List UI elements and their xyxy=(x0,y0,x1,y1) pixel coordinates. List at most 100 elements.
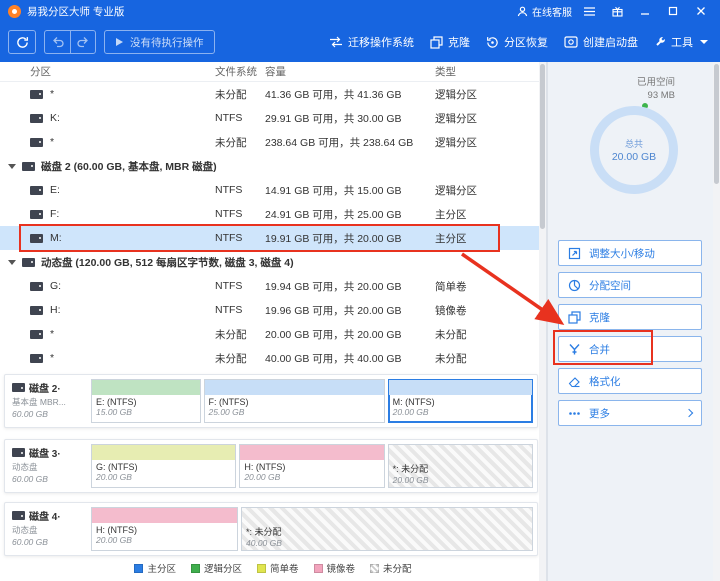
partition-row-unallocated-3[interactable]: * 未分配 20.00 GB 可用，共 20.00 GB 未分配 xyxy=(0,322,546,346)
primary-partition-strip xyxy=(389,380,532,395)
promo-button[interactable] xyxy=(606,2,628,20)
mirrored-swatch xyxy=(314,564,323,573)
partition-fs: 未分配 xyxy=(215,87,265,102)
format-button[interactable]: 格式化 xyxy=(558,368,702,394)
disk-icon xyxy=(22,162,35,171)
map-partition-label: *: 未分配 xyxy=(389,460,532,475)
allocate-space-label: 分配空间 xyxy=(589,278,631,293)
scrollbar-thumb[interactable] xyxy=(540,64,545,229)
map-partition-label: *: 未分配 xyxy=(242,523,532,538)
hamburger-icon xyxy=(584,7,595,16)
disk-map-partition-H-disk3[interactable]: H: (NTFS) 20.00 GB xyxy=(239,444,384,488)
column-header-capacity[interactable]: 容量 xyxy=(265,64,435,79)
online-support-button[interactable]: 在线客服 xyxy=(517,4,572,19)
app-logo-icon xyxy=(8,5,21,18)
partition-recovery-button[interactable]: 分区恢复 xyxy=(486,34,548,50)
column-header-partition[interactable]: 分区 xyxy=(0,64,215,79)
partition-fs: NTFS xyxy=(215,304,265,316)
partition-row-F[interactable]: F: NTFS 24.91 GB 可用，共 25.00 GB 主分区 xyxy=(0,202,546,226)
unallocated-strip xyxy=(242,508,532,523)
maximize-button[interactable] xyxy=(662,2,684,20)
disk-size: 60.00 GB xyxy=(12,537,85,547)
merge-button[interactable]: 合并 xyxy=(558,336,702,362)
resize-move-button[interactable]: 调整大小/移动 xyxy=(558,240,702,266)
legend-unallocated: 未分配 xyxy=(370,561,412,575)
chevron-right-icon xyxy=(685,409,693,417)
disk-map-partition-H-disk4[interactable]: H: (NTFS) 20.00 GB xyxy=(91,507,238,551)
redo-icon xyxy=(77,36,89,48)
migrate-os-label: 迁移操作系统 xyxy=(348,34,414,50)
sidebar: 已用空间 93 MB 总共 20.00 GB 调整大小/移动 分配空间 克隆 合… xyxy=(548,62,713,581)
partition-row-unallocated-4[interactable]: * 未分配 40.00 GB 可用，共 40.00 GB 未分配 xyxy=(0,346,546,370)
minimize-icon xyxy=(640,6,650,16)
disk-name: 磁盘 2· xyxy=(29,380,61,395)
partition-icon xyxy=(30,186,43,195)
legend-label: 未分配 xyxy=(383,561,412,575)
clone-button[interactable]: 克隆 xyxy=(430,34,470,50)
play-icon xyxy=(115,37,124,47)
redo-button[interactable] xyxy=(70,30,96,54)
disk-map-unallocated-disk3[interactable]: *: 未分配 20.00 GB xyxy=(388,444,533,488)
partition-row-M-selected[interactable]: M: NTFS 19.91 GB 可用，共 20.00 GB 主分区 xyxy=(0,226,546,250)
column-header-filesystem[interactable]: 文件系统 xyxy=(215,64,265,79)
close-button[interactable] xyxy=(690,2,712,20)
partition-icon xyxy=(30,90,43,99)
partition-capacity: 41.36 GB 可用，共 41.36 GB xyxy=(265,87,435,102)
legend-label: 简单卷 xyxy=(270,561,299,575)
undo-redo-group xyxy=(44,30,96,54)
disk-map-partition-M-selected[interactable]: M: (NTFS) 20.00 GB xyxy=(388,379,533,423)
format-label: 格式化 xyxy=(589,374,621,389)
create-bootable-button[interactable]: 创建启动盘 xyxy=(564,34,638,50)
simple-swatch xyxy=(257,564,266,573)
allocate-space-button[interactable]: 分配空间 xyxy=(558,272,702,298)
partition-row-unallocated-2[interactable]: * 未分配 238.64 GB 可用，共 238.64 GB 逻辑分区 xyxy=(0,130,546,154)
tools-button[interactable]: 工具 xyxy=(654,34,708,50)
clone-partition-button[interactable]: 克隆 xyxy=(558,304,702,330)
map-partition-size: 20.00 GB xyxy=(92,472,235,482)
partition-fs: NTFS xyxy=(215,232,265,244)
partition-icon xyxy=(30,282,43,291)
disk-name: 磁盘 3· xyxy=(29,445,61,460)
main-scrollbar[interactable] xyxy=(539,62,546,581)
disk-map-unallocated-disk4[interactable]: *: 未分配 40.00 GB xyxy=(241,507,533,551)
undo-button[interactable] xyxy=(44,30,70,54)
legend-label: 镜像卷 xyxy=(327,561,356,575)
partition-name: * xyxy=(50,328,54,340)
partition-name: E: xyxy=(50,184,60,196)
pending-operations-button[interactable]: 没有待执行操作 xyxy=(104,30,215,54)
minimize-button[interactable] xyxy=(634,2,656,20)
menu-button[interactable] xyxy=(578,2,600,20)
column-header-type[interactable]: 类型 xyxy=(435,64,546,79)
refresh-button[interactable] xyxy=(8,30,36,54)
partition-name: G: xyxy=(50,280,61,292)
disk-group-row-dynamic[interactable]: 动态盘 (120.00 GB, 512 每扇区字节数, 磁盘 3, 磁盘 4) xyxy=(0,250,546,274)
mirrored-volume-strip xyxy=(92,508,237,523)
clone-label: 克隆 xyxy=(448,34,470,50)
disk-icon xyxy=(12,511,25,520)
migrate-os-button[interactable]: 迁移操作系统 xyxy=(329,34,414,50)
resize-move-label: 调整大小/移动 xyxy=(589,246,655,261)
partition-row-K[interactable]: K: NTFS 29.91 GB 可用，共 30.00 GB 逻辑分区 xyxy=(0,106,546,130)
app-window: 易我分区大师 专业版 在线客服 xyxy=(0,0,720,581)
disk-map-partition-E[interactable]: E: (NTFS) 15.00 GB xyxy=(91,379,201,423)
person-icon xyxy=(517,6,528,17)
disk-map-partition-G[interactable]: G: (NTFS) 20.00 GB xyxy=(91,444,236,488)
map-partition-label: E: (NTFS) xyxy=(92,395,200,407)
disk-group-row-disk2[interactable]: 磁盘 2 (60.00 GB, 基本盘, MBR 磁盘) xyxy=(0,154,546,178)
partition-row-G[interactable]: G: NTFS 19.94 GB 可用，共 20.00 GB 简单卷 xyxy=(0,274,546,298)
partition-recovery-label: 分区恢复 xyxy=(504,34,548,50)
partition-capacity: 40.00 GB 可用，共 40.00 GB xyxy=(265,351,435,366)
disk-icon xyxy=(12,448,25,457)
partition-row-E[interactable]: E: NTFS 14.91 GB 可用，共 15.00 GB 逻辑分区 xyxy=(0,178,546,202)
partition-row-unallocated-1[interactable]: * 未分配 41.36 GB 可用，共 41.36 GB 逻辑分区 xyxy=(0,82,546,106)
partition-capacity: 29.91 GB 可用，共 30.00 GB xyxy=(265,111,435,126)
partition-row-H[interactable]: H: NTFS 19.96 GB 可用，共 20.00 GB 镜像卷 xyxy=(0,298,546,322)
partition-type: 逻辑分区 xyxy=(435,111,546,126)
disk-map-disk3: 磁盘 3· 动态盘 60.00 GB G: (NTFS) 20.00 GB H:… xyxy=(4,439,538,493)
window-scrollbar[interactable] xyxy=(713,62,720,581)
chevron-down-icon xyxy=(8,164,16,169)
more-button[interactable]: 更多 xyxy=(558,400,702,426)
refresh-icon xyxy=(16,36,29,49)
scrollbar-thumb[interactable] xyxy=(714,64,719,184)
disk-map-partition-F[interactable]: F: (NTFS) 25.00 GB xyxy=(204,379,385,423)
